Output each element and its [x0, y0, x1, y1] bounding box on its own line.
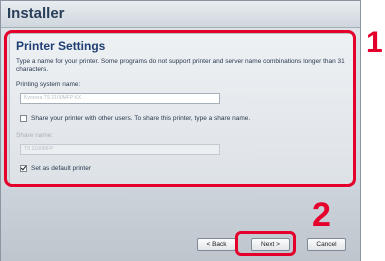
window-title: Installer	[7, 5, 65, 22]
default-printer-checkbox[interactable]	[20, 165, 27, 172]
share-name-label: Share name:	[16, 132, 54, 139]
cancel-button[interactable]: Cancel	[307, 238, 346, 251]
share-name-input[interactable]: TS 2100MFP	[20, 144, 220, 155]
button-bar	[1, 189, 360, 261]
callout-step1: 1	[366, 26, 383, 59]
system-name-label: Printing system name:	[16, 81, 81, 88]
system-name-input[interactable]: Kyocera TS 2100MFP KX	[20, 93, 220, 104]
default-printer-row[interactable]: Set as default printer	[20, 165, 91, 172]
panel-heading: Printer Settings	[16, 39, 106, 53]
printer-settings-panel: Printer Settings Type a name for your pr…	[9, 33, 355, 185]
callout-step2: 2	[312, 196, 331, 234]
share-printer-checkbox[interactable]	[20, 115, 27, 122]
share-printer-row[interactable]: Share your printer with other users. To …	[20, 115, 250, 122]
default-printer-label: Set as default printer	[31, 165, 91, 172]
panel-description: Type a name for your printer. Some progr…	[16, 58, 345, 73]
installer-window: Installer Printer Settings Type a name f…	[0, 0, 361, 261]
back-button[interactable]: < Back	[197, 238, 236, 251]
next-button[interactable]: Next >	[251, 238, 290, 251]
share-printer-label: Share your printer with other users. To …	[31, 115, 251, 122]
title-bar: Installer	[1, 1, 360, 28]
